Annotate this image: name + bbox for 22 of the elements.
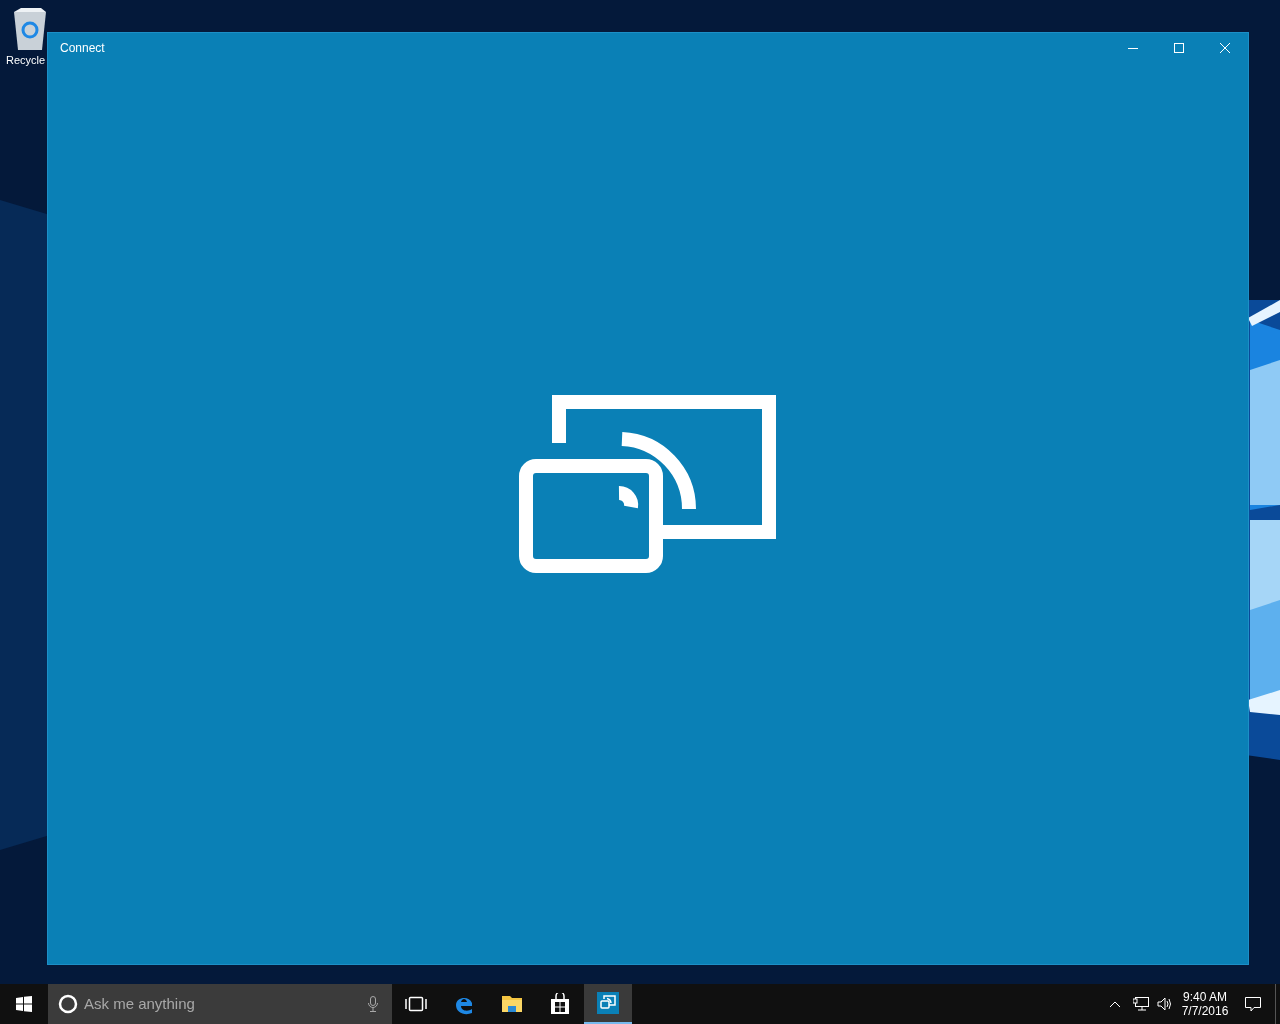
window-title: Connect [60,40,105,57]
recycle-bin-icon[interactable] [11,6,49,52]
close-icon [1220,43,1230,53]
network-icon[interactable] [1133,997,1149,1011]
clock-time[interactable]: 9:40 AM [1183,990,1227,1004]
desktop-icon-label[interactable]: Recycle [6,52,46,69]
microphone-icon[interactable] [368,996,378,1012]
folder-icon [501,994,523,1014]
cast-icon [597,992,619,1014]
clock-date[interactable]: 7/7/2016 [1181,1004,1229,1018]
speaker-icon[interactable] [1157,997,1173,1011]
notification-icon[interactable] [1245,996,1261,1012]
task-view-icon [405,996,427,1012]
chevron-up-icon[interactable] [1109,1000,1121,1008]
windows-logo-icon [16,996,32,1012]
maximize-icon [1174,43,1184,53]
cast-icon [519,394,777,573]
taskbar-app-button[interactable] [584,984,632,1024]
shopping-bag-icon [550,993,570,1015]
circle-icon [58,994,78,1014]
search-field[interactable]: Ask me anything [48,984,392,1024]
search-input[interactable]: Ask me anything [84,992,344,1016]
